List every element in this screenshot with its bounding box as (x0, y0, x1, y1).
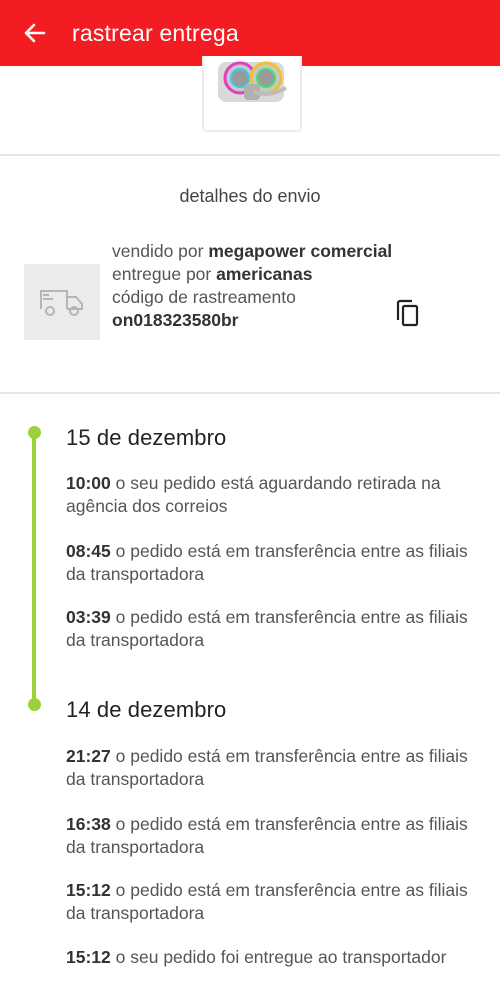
carrier-logo (24, 264, 100, 340)
divider (0, 392, 500, 394)
section-title: detalhes do envio (179, 186, 321, 206)
event-time: 21:27 (66, 746, 111, 766)
event-time: 10:00 (66, 473, 111, 493)
delivered-by-label: entregue por (112, 264, 212, 284)
divider (0, 154, 500, 156)
event-text: o seu pedido está aguardando retirada na… (66, 473, 441, 516)
carrier-line: entregue por americanas (112, 263, 392, 286)
event-time: 08:45 (66, 541, 111, 561)
carrier-name: americanas (216, 264, 313, 284)
timeline-line (32, 432, 36, 706)
page-title: rastrear entrega (72, 19, 239, 46)
tracking-event: 15:12 o pedido está em transferência ent… (66, 879, 486, 925)
copy-tracking-button[interactable] (393, 298, 423, 330)
tracking-event: 03:39 o pedido está em transferência ent… (66, 606, 486, 652)
event-time: 15:12 (66, 880, 111, 900)
tracking-event: 15:12 o seu pedido foi entregue ao trans… (66, 946, 486, 969)
seller-name: megapower comercial (208, 241, 393, 261)
tracking-event: 10:00 o seu pedido está aguardando retir… (66, 472, 486, 518)
event-text: o pedido está em transferência entre as … (66, 607, 468, 650)
event-time: 03:39 (66, 607, 111, 627)
tracking-event: 08:45 o pedido está em transferência ent… (66, 540, 486, 586)
timeline-dot (28, 426, 41, 439)
product-image[interactable] (202, 56, 302, 132)
date-heading: 15 de dezembro (66, 425, 227, 450)
tracking-event: 21:27 o pedido está em transferência ent… (66, 745, 486, 791)
product-cooler-image (218, 61, 287, 102)
shipment-info: vendido por megapower comercial entregue… (112, 240, 392, 332)
copy-icon (396, 299, 419, 327)
event-text: o seu pedido foi entregue ao transportad… (115, 947, 447, 967)
event-time: 15:12 (66, 947, 111, 967)
tracking-label: código de rastreamento (112, 287, 296, 307)
event-time: 16:38 (66, 814, 111, 834)
seller-line: vendido por megapower comercial (112, 240, 392, 263)
tracking-event: 16:38 o pedido está em transferência ent… (66, 813, 486, 859)
event-text: o pedido está em transferência entre as … (66, 814, 468, 857)
date-heading: 14 de dezembro (66, 697, 227, 722)
sold-by-label: vendido por (112, 241, 204, 261)
event-text: o pedido está em transferência entre as … (66, 541, 468, 584)
tracking-code: on018323580br (112, 310, 239, 330)
back-button[interactable] (0, 0, 70, 66)
arrow-left-icon (24, 23, 46, 43)
timeline-dot (28, 698, 41, 711)
event-text: o pedido está em transferência entre as … (66, 746, 468, 789)
truck-icon (40, 290, 83, 316)
event-text: o pedido está em transferência entre as … (66, 880, 468, 923)
